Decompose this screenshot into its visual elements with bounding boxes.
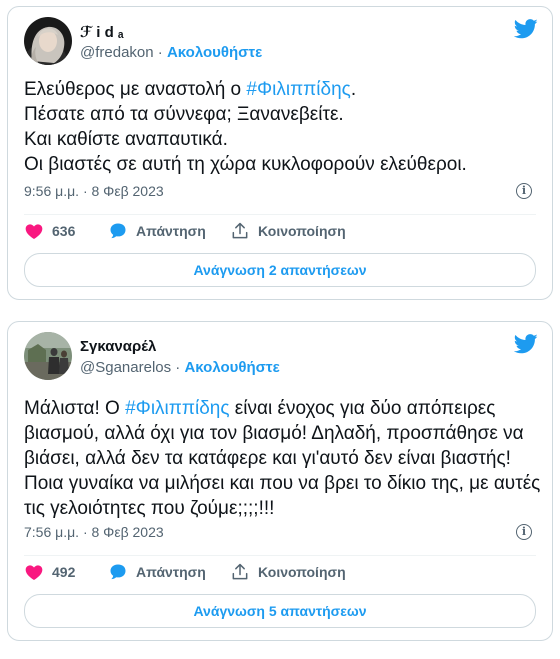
info-icon[interactable] [516,524,532,540]
reply-button[interactable]: Απάντηση [108,562,206,582]
timestamp[interactable]: 7:56 μ.μ. · 8 Φεβ 2023 [24,524,164,540]
heart-icon [25,224,43,239]
share-button[interactable]: Κοινοποίηση [230,562,346,582]
tweet-card[interactable]: ℱ i d ₐ @fredakon · Ακολουθήστε Ελεύθερο… [7,6,553,300]
action-bar: 636 Απάντηση Κοινοποίηση [24,221,536,245]
share-label: Κοινοποίηση [258,223,346,239]
like-button[interactable]: 636 [24,221,75,241]
action-bar: 492 Απάντηση Κοινοποίηση [24,562,536,586]
tweet-text-before: Μάλιστα! Ο [24,398,126,419]
speech-bubble-icon [110,223,126,239]
hashtag-link[interactable]: #Φιλιππίδης [246,79,350,100]
handle[interactable]: @fredakon [80,44,154,61]
reply-label: Απάντηση [136,223,206,239]
avatar[interactable] [24,17,72,65]
tweet-text-before: Ελεύθερος με αναστολή ο [24,79,247,100]
display-name[interactable]: ℱ i d ₐ [80,23,124,41]
separator: · [175,359,181,376]
handle-line: @fredakon · Ακολουθήστε [80,44,262,61]
twitter-bird-icon[interactable] [514,19,538,39]
read-replies-button[interactable]: Ανάγνωση 5 απαντήσεων [24,594,536,628]
twitter-bird-icon[interactable] [514,334,538,354]
tweet-card[interactable]: Σγκαναρέλ @Sganarelos · Ακολουθήστε Μάλι… [7,321,553,641]
like-count: 636 [52,223,76,239]
follow-button[interactable]: Ακολουθήστε [184,359,279,376]
share-upload-icon [232,563,248,580]
hashtag-link[interactable]: #Φιλιππίδης [125,398,229,419]
divider [24,555,536,556]
reply-label: Απάντηση [136,564,206,580]
info-icon[interactable] [516,183,532,199]
display-name[interactable]: Σγκαναρέλ [80,338,156,355]
heart-icon [25,565,43,580]
divider [24,214,536,215]
avatar[interactable] [24,332,72,380]
read-replies-button[interactable]: Ανάγνωση 2 απαντήσεων [24,253,536,287]
share-label: Κοινοποίηση [258,564,346,580]
handle-line: @Sganarelos · Ακολουθήστε [80,359,280,376]
speech-bubble-icon [110,564,126,580]
like-count: 492 [52,564,76,580]
tweet-text: Ελεύθερος με αναστολή ο #Φιλιππίδης. Πέσ… [24,77,534,177]
follow-button[interactable]: Ακολουθήστε [167,44,262,61]
share-button[interactable]: Κοινοποίηση [230,221,346,241]
handle[interactable]: @Sganarelos [80,359,171,376]
like-button[interactable]: 492 [24,562,75,582]
separator: · [157,44,163,61]
tweet-text: Μάλιστα! Ο #Φιλιππίδης είναι ένοχος για … [24,396,544,521]
reply-button[interactable]: Απάντηση [108,221,206,241]
timestamp[interactable]: 9:56 μ.μ. · 8 Φεβ 2023 [24,183,164,199]
share-upload-icon [232,222,248,239]
